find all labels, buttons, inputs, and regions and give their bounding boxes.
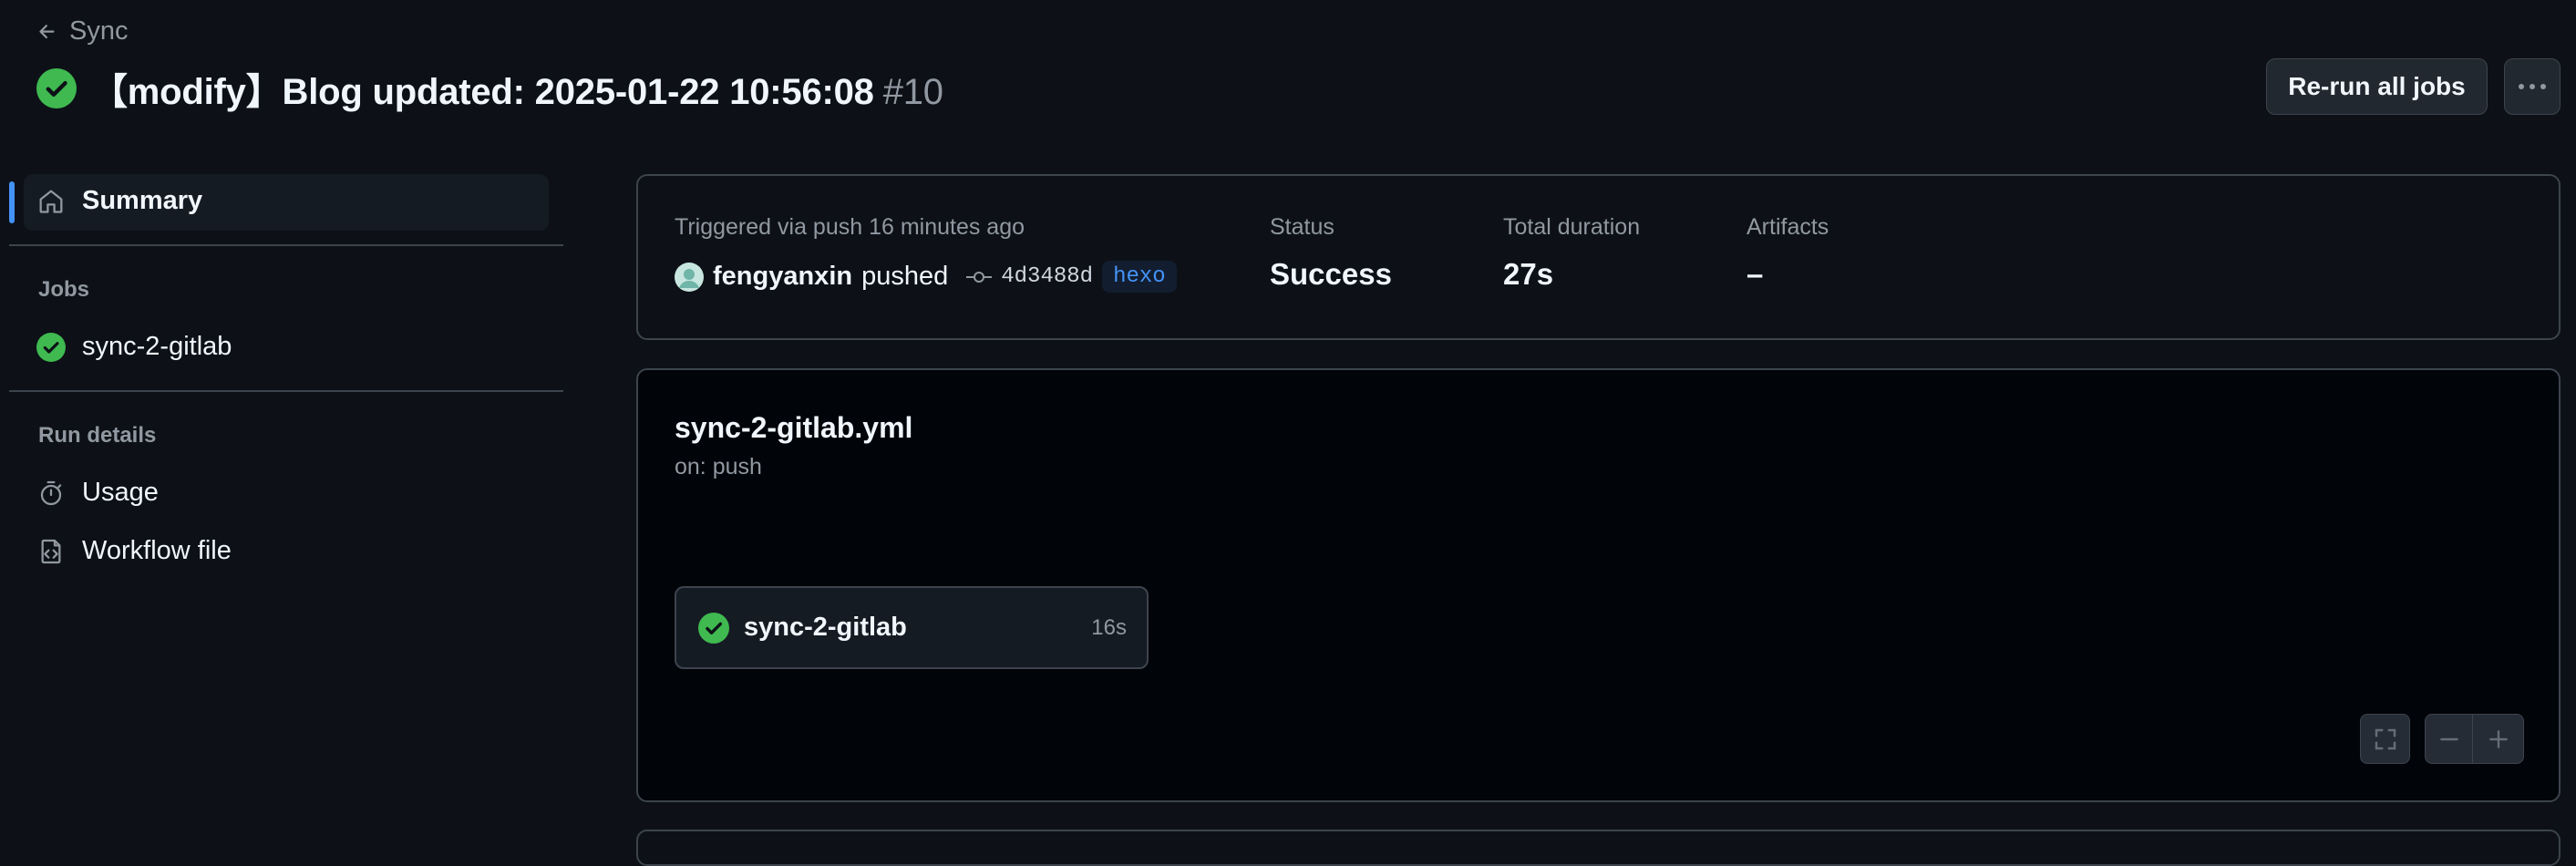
artifacts-label: Artifacts — [1747, 214, 1829, 240]
back-link[interactable]: Sync — [36, 16, 128, 46]
sidebar-item-usage-label: Usage — [82, 478, 159, 507]
duration-label: Total duration — [1503, 214, 1641, 240]
workflow-graph-card — [636, 368, 2561, 802]
page-title-text: 【modify】Blog updated: 2025-01-22 10:56:0… — [91, 72, 874, 112]
duration-value[interactable]: 27s — [1503, 257, 1553, 292]
sidebar-item-job[interactable]: sync-2-gitlab — [36, 332, 232, 362]
run-details-heading: Run details — [38, 423, 157, 448]
success-check-icon — [36, 68, 77, 108]
sidebar-divider — [9, 244, 563, 246]
run-summary-card — [636, 174, 2561, 340]
rerun-all-jobs-button[interactable]: Re-run all jobs — [2266, 58, 2488, 115]
job-node-name: sync-2-gitlab — [744, 613, 907, 642]
page-title: 【modify】Blog updated: 2025-01-22 10:56:0… — [91, 62, 943, 115]
success-check-icon — [698, 612, 729, 644]
sidebar-item-workflow-file-label: Workflow file — [82, 536, 232, 565]
job-node[interactable]: sync-2-gitlab 16s — [675, 586, 1149, 669]
more-options-button[interactable] — [2504, 58, 2561, 115]
commit-sha-link[interactable]: 4d3488d — [1001, 264, 1093, 289]
actor-link[interactable]: fengyanxin — [713, 262, 852, 292]
run-title: 【modify】Blog updated: 2025-01-22 10:56:0… — [36, 62, 943, 115]
git-commit-icon — [966, 268, 993, 286]
arrow-left-icon — [36, 21, 58, 43]
file-code-icon — [36, 537, 66, 566]
zoom-out-button[interactable] — [2425, 714, 2473, 764]
branch-badge[interactable]: hexo — [1102, 261, 1177, 293]
back-link-label: Sync — [69, 16, 129, 46]
fullscreen-button[interactable] — [2360, 714, 2410, 764]
run-number: #10 — [882, 72, 943, 112]
workflow-filename: sync-2-gitlab.yml — [675, 411, 913, 444]
minus-icon — [2437, 727, 2461, 751]
home-icon — [36, 187, 66, 216]
stopwatch-icon — [36, 479, 66, 508]
sidebar-item-summary[interactable]: Summary — [36, 186, 202, 216]
zoom-in-button[interactable] — [2473, 714, 2524, 764]
sidebar-item-summary-label: Summary — [82, 186, 203, 215]
job-node-duration: 16s — [1091, 614, 1127, 640]
avatar[interactable] — [675, 262, 704, 292]
trigger-text: Triggered via push 16 minutes ago — [675, 214, 1025, 240]
next-section-card — [636, 830, 2561, 866]
workflow-trigger: on: push — [675, 454, 762, 479]
status-label: Status — [1270, 214, 1334, 240]
success-check-icon — [36, 332, 66, 362]
sidebar-item-workflow-file[interactable]: Workflow file — [36, 536, 232, 566]
sidebar-divider — [9, 390, 563, 392]
plus-icon — [2487, 727, 2510, 751]
sidebar-item-job-label: sync-2-gitlab — [82, 332, 232, 361]
kebab-horizontal-icon — [2518, 83, 2547, 90]
push-info: fengyanxin pushed 4d3488d hexo — [675, 261, 1177, 293]
jobs-heading: Jobs — [38, 277, 90, 302]
artifacts-value: – — [1747, 257, 1764, 291]
sidebar-item-usage[interactable]: Usage — [36, 478, 159, 508]
fullscreen-icon — [2372, 726, 2399, 753]
action-text: pushed — [861, 262, 949, 291]
sidebar-active-marker — [9, 181, 15, 223]
status-value: Success — [1270, 257, 1392, 291]
